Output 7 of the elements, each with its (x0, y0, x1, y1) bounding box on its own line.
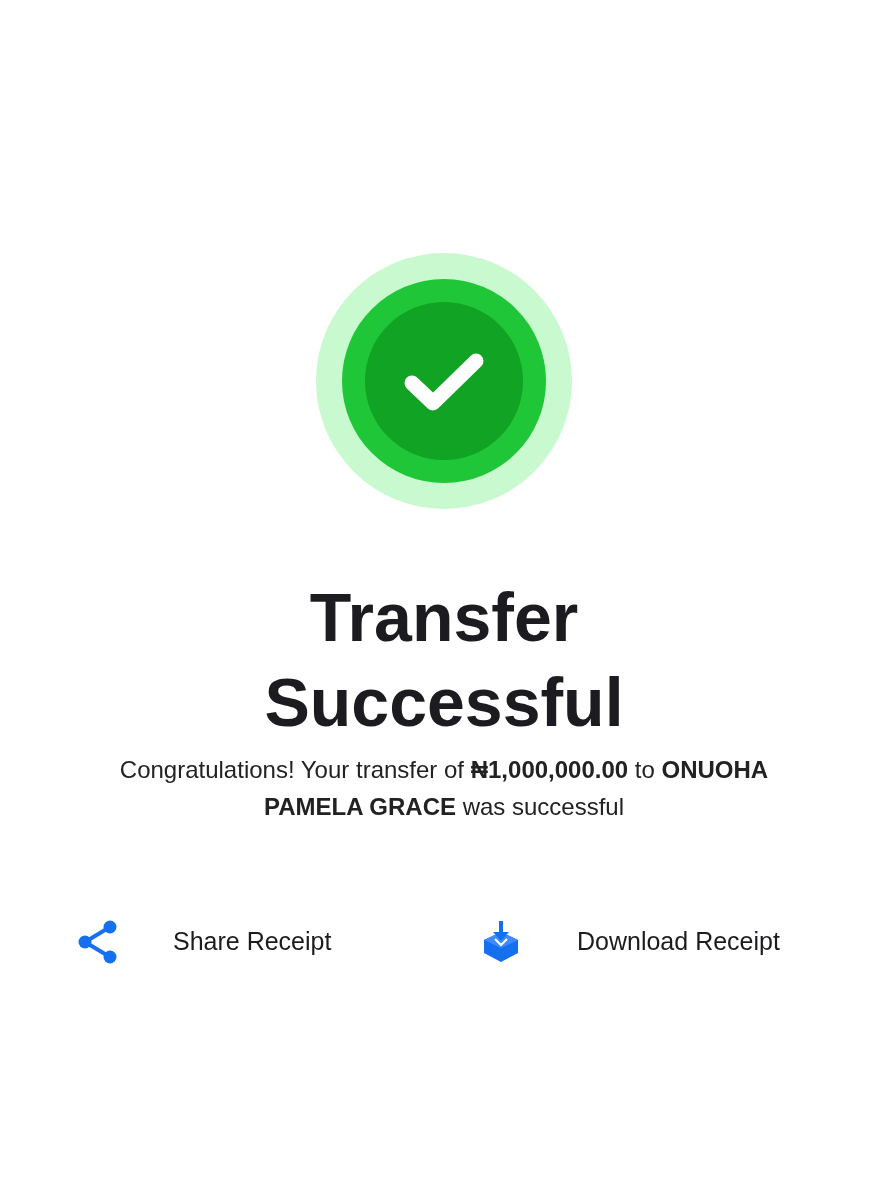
share-icon (78, 920, 118, 964)
confirmation-message: Congratulations! Your transfer of ₦1,000,000.00 to ONUOHA PAMELA GRACE was successful (118, 755, 770, 822)
share-receipt-button[interactable]: Share Receipt (78, 920, 332, 964)
success-title: Transfer Successful (263, 578, 625, 742)
success-check-icon (316, 253, 572, 509)
download-receipt-button[interactable]: Download Receipt (483, 920, 780, 964)
download-box-icon (483, 921, 519, 963)
